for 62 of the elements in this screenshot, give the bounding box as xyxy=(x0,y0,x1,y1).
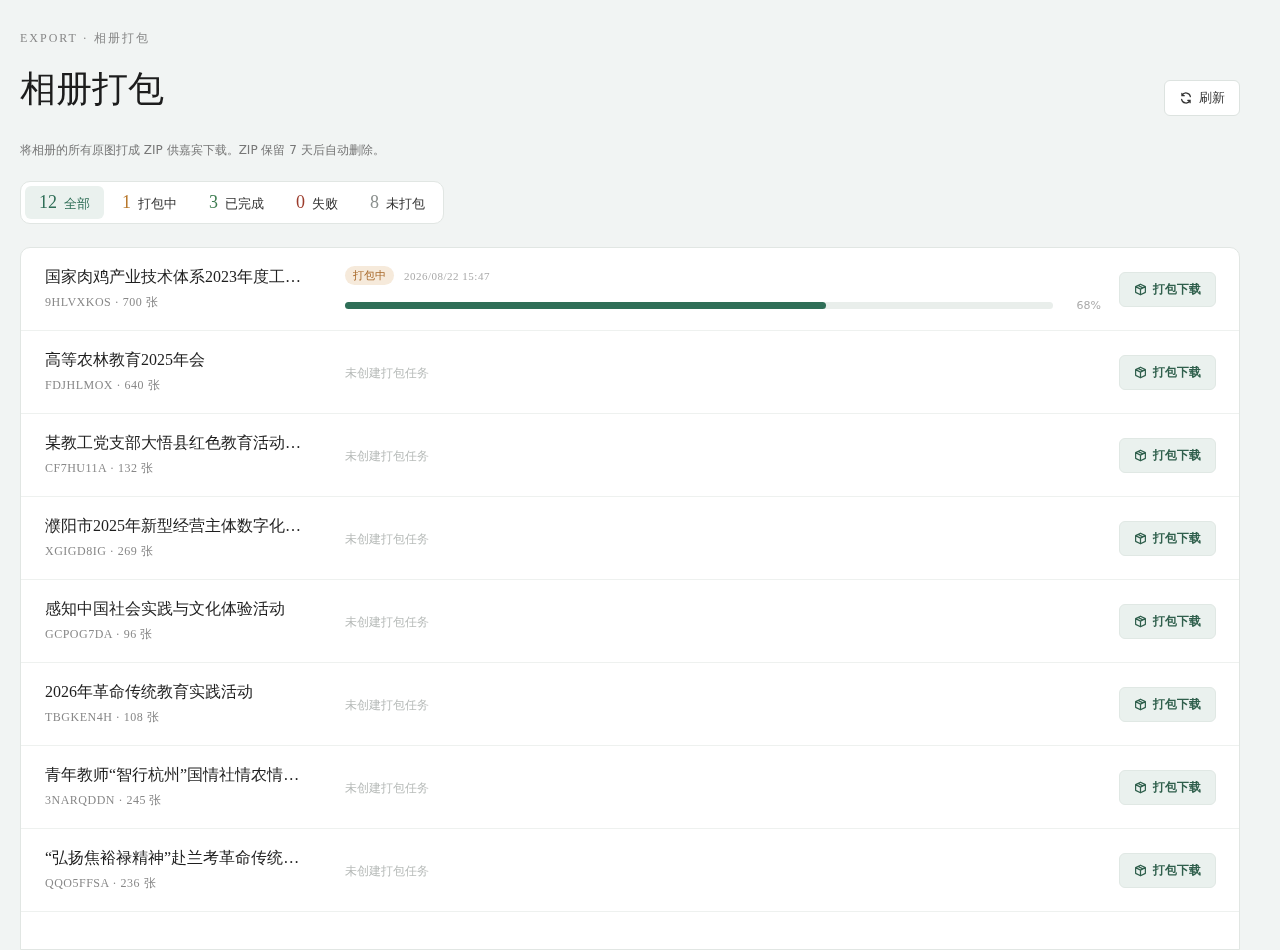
filter-tab[interactable]: 12 全部 xyxy=(25,186,104,219)
album-title: 青年教师“智行杭州”国情社情农情… xyxy=(45,765,301,785)
status-note: 未创建打包任务 xyxy=(345,698,429,712)
filter-label: 已完成 xyxy=(225,195,264,213)
album-meta: TBGKEN4H · 108 张 xyxy=(45,709,161,726)
album-meta: XGIGD8IG · 269 张 xyxy=(45,543,155,560)
filter-label: 未打包 xyxy=(386,195,425,213)
filter-tab[interactable]: 1 打包中 xyxy=(108,186,191,219)
status-note: 未创建打包任务 xyxy=(345,615,429,629)
package-icon xyxy=(1134,697,1147,711)
album-title: 濮阳市2025年新型经营主体数字化… xyxy=(45,516,302,536)
package-icon xyxy=(1134,448,1147,462)
download-button[interactable]: 打包下载 xyxy=(1119,271,1216,307)
page-description: 将相册的所有原图打成 ZIP 供嘉宾下载。ZIP 保留 7 天后自动删除。 xyxy=(20,142,386,159)
album-title: 感知中国社会实践与文化体验活动 xyxy=(45,599,286,619)
filter-count: 1 xyxy=(122,192,131,213)
status-note: 未创建打包任务 xyxy=(345,449,429,463)
album-meta: FDJHLMOX · 640 张 xyxy=(45,377,161,394)
album-title: “弘扬焦裕禄精神”赴兰考革命传统… xyxy=(45,848,301,868)
album-title: 国家肉鸡产业技术体系2023年度工… xyxy=(45,267,302,287)
download-button[interactable]: 打包下载 xyxy=(1119,520,1216,556)
package-icon xyxy=(1134,614,1147,628)
status-note: 未创建打包任务 xyxy=(345,781,429,795)
package-icon xyxy=(1134,780,1147,794)
filter-label: 全部 xyxy=(64,195,90,213)
filter-tab[interactable]: 0 失败 xyxy=(282,186,352,219)
download-button[interactable]: 打包下载 xyxy=(1119,354,1216,390)
album-meta: GCPOG7DA · 96 张 xyxy=(45,626,154,643)
progress-percent: 68% xyxy=(1076,299,1101,312)
filter-tab[interactable]: 8 未打包 xyxy=(356,186,439,219)
album-meta: 3NARQDDN · 245 张 xyxy=(45,792,163,809)
task-time: 2026/08/22 15:47 xyxy=(404,269,490,282)
status-note: 未创建打包任务 xyxy=(345,864,429,878)
album-title: 2026年革命传统教育实践活动 xyxy=(45,682,254,702)
filter-count: 8 xyxy=(370,192,379,213)
status-note: 未创建打包任务 xyxy=(345,532,429,546)
filter-count: 0 xyxy=(296,192,305,213)
download-button[interactable]: 打包下载 xyxy=(1119,686,1216,722)
filter-label: 打包中 xyxy=(138,195,177,213)
album-meta: 9HLVXKOS · 700 张 xyxy=(45,294,160,311)
album-title: 高等农林教育2025年会 xyxy=(45,350,206,370)
album-title: 某教工党支部大悟县红色教育活动… xyxy=(45,433,302,453)
album-meta: CF7HU11A · 132 张 xyxy=(45,460,155,477)
page-title: 相册打包 xyxy=(20,68,164,111)
filter-tab[interactable]: 3 已完成 xyxy=(195,186,278,219)
download-button[interactable]: 打包下载 xyxy=(1119,603,1216,639)
download-button[interactable]: 打包下载 xyxy=(1119,769,1216,805)
album-meta: QQO5FFSA · 236 张 xyxy=(45,875,158,892)
filter-count: 12 xyxy=(39,192,57,213)
download-button[interactable]: 打包下载 xyxy=(1119,852,1216,888)
package-icon xyxy=(1134,282,1147,296)
status-note: 未创建打包任务 xyxy=(345,366,429,380)
filter-count: 3 xyxy=(209,192,218,213)
package-icon xyxy=(1134,531,1147,545)
refresh-icon xyxy=(1179,91,1193,105)
package-icon xyxy=(1134,365,1147,379)
breadcrumb: EXPORT · 相册打包 xyxy=(20,30,151,47)
filter-label: 失败 xyxy=(312,195,338,213)
package-icon xyxy=(1134,863,1147,877)
refresh-button[interactable]: 刷新 xyxy=(1164,80,1240,116)
download-button[interactable]: 打包下载 xyxy=(1119,437,1216,473)
status-badge: 打包中 xyxy=(345,266,394,285)
